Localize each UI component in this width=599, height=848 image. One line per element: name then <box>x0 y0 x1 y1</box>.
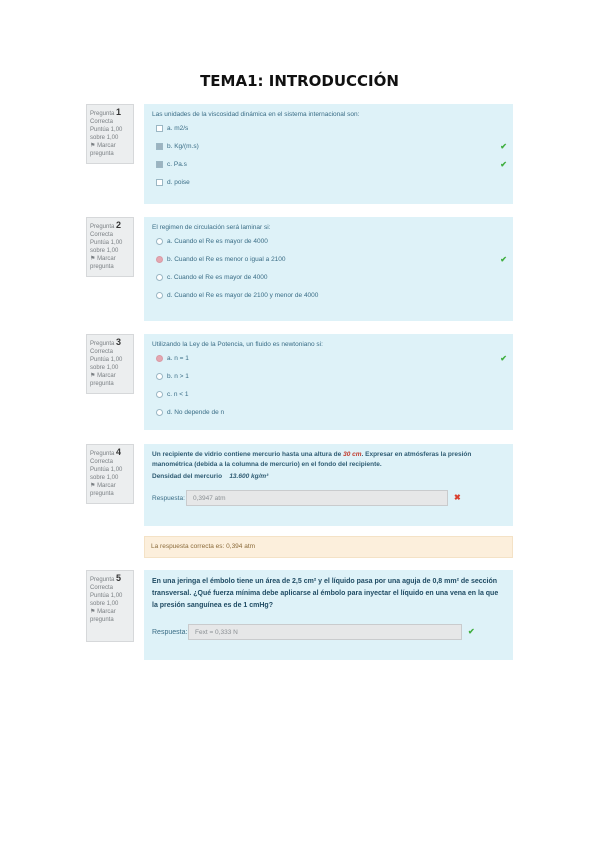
flag-icon: ⚑ <box>90 609 96 615</box>
radio-button[interactable] <box>156 291 163 299</box>
question-status: Correcta <box>90 585 114 591</box>
response-row: Respuesta: 0,3947 atm ✖ <box>152 490 505 508</box>
check-icon: ✔ <box>500 142 507 151</box>
checkbox[interactable] <box>156 124 163 132</box>
question-info-3: Pregunta 3 Correcta Puntúa 1,00 sobre 1,… <box>86 334 134 394</box>
radio-button[interactable] <box>156 237 163 245</box>
radio-button[interactable] <box>156 372 163 380</box>
answer-option[interactable]: b. Kg/(m.s) ✔ <box>152 138 507 156</box>
question-content-4: Un recipiente de vidrio contiene mercuri… <box>144 444 513 526</box>
question-text: El regimen de circulación será laminar s… <box>152 224 271 231</box>
cross-icon: ✖ <box>454 493 461 502</box>
question-number: Pregunta 5 <box>90 573 122 584</box>
flag-question-link[interactable]: ⚑ Marcar pregunta <box>90 608 131 624</box>
answer-option[interactable]: b. Cuando el Re es menor o igual a 2100 ✔ <box>152 251 507 269</box>
flag-question-link[interactable]: ⚑ Marcar pregunta <box>90 142 131 158</box>
question-number: Pregunta 1 <box>90 107 122 118</box>
question-score: Puntúa 1,00 sobre 1,00 <box>90 593 123 607</box>
answer-option[interactable]: b. n > 1 <box>152 368 505 386</box>
question-status: Correcta <box>90 459 114 465</box>
question-score: Puntúa 1,00 sobre 1,00 <box>90 127 123 141</box>
answer-option[interactable]: c. n < 1 <box>152 386 505 404</box>
flag-icon: ⚑ <box>90 256 96 262</box>
question-info-4: Pregunta 4 Correcta Puntúa 1,00 sobre 1,… <box>86 444 134 504</box>
answer-option[interactable]: c. Cuando el Re es mayor de 4000 <box>152 269 505 287</box>
question-score: Puntúa 1,00 sobre 1,00 <box>90 240 123 254</box>
question-info-1: Pregunta 1 Correcta Puntúa 1,00 sobre 1,… <box>86 104 134 164</box>
answer-option[interactable]: a. m2/s <box>152 120 505 138</box>
check-icon: ✔ <box>500 354 507 363</box>
question-content-3: Utilizando la Ley de la Potencia, un flu… <box>144 334 513 430</box>
question-content-5: En una jeringa el émbolo tiene un área d… <box>144 570 513 660</box>
question-status: Correcta <box>90 119 114 125</box>
question-number: Pregunta 3 <box>90 337 122 348</box>
radio-button[interactable] <box>156 390 163 398</box>
question-status: Correcta <box>90 232 114 238</box>
answer-option[interactable]: d. poise <box>152 174 505 192</box>
answer-option[interactable]: d. No depende de n <box>152 404 505 422</box>
question-content-1: Las unidades de la viscosidad dinámica e… <box>144 104 513 204</box>
question-score: Puntúa 1,00 sobre 1,00 <box>90 467 123 481</box>
flag-question-link[interactable]: ⚑ Marcar pregunta <box>90 482 131 498</box>
answer-option[interactable]: a. Cuando el Re es mayor de 4000 <box>152 233 505 251</box>
question-number: Pregunta 2 <box>90 220 122 231</box>
page-title: TEMA1: INTRODUCCIÓN <box>200 72 399 90</box>
question-text: Un recipiente de vidrio contiene mercuri… <box>152 451 472 468</box>
answer-option[interactable]: a. n = 1 ✔ <box>152 350 507 368</box>
check-icon: ✔ <box>468 627 475 636</box>
flag-question-link[interactable]: ⚑ Marcar pregunta <box>90 255 131 271</box>
flag-icon: ⚑ <box>90 143 96 149</box>
radio-button[interactable] <box>156 408 163 416</box>
question-content-2: El regimen de circulación será laminar s… <box>144 217 513 321</box>
question-info-2: Pregunta 2 Correcta Puntúa 1,00 sobre 1,… <box>86 217 134 277</box>
radio-button[interactable] <box>156 273 163 281</box>
response-label: Respuesta: <box>152 629 188 636</box>
response-input[interactable]: Fext = 0,333 N <box>188 624 462 640</box>
checkbox[interactable] <box>156 160 163 168</box>
flag-icon: ⚑ <box>90 373 96 379</box>
correct-answer-feedback: La respuesta correcta es: 0,394 atm <box>144 536 513 558</box>
question-text: En una jeringa el émbolo tiene un área d… <box>152 578 499 609</box>
flag-question-link[interactable]: ⚑ Marcar pregunta <box>90 372 131 388</box>
density-info: Densidad del mercurio 13.600 kg/m³ <box>152 473 269 480</box>
check-icon: ✔ <box>500 255 507 264</box>
radio-button[interactable] <box>156 354 163 362</box>
response-input[interactable]: 0,3947 atm <box>186 490 448 506</box>
checkbox[interactable] <box>156 178 163 186</box>
question-number: Pregunta 4 <box>90 447 122 458</box>
response-label: Respuesta: <box>152 495 185 502</box>
response-row: Respuesta: Fext = 0,333 N ✔ <box>152 624 505 642</box>
question-score: Puntúa 1,00 sobre 1,00 <box>90 357 123 371</box>
answer-option[interactable]: c. Pa.s ✔ <box>152 156 507 174</box>
checkbox[interactable] <box>156 142 163 150</box>
flag-icon: ⚑ <box>90 483 96 489</box>
radio-button[interactable] <box>156 255 163 263</box>
question-status: Correcta <box>90 349 114 355</box>
question-text: Utilizando la Ley de la Potencia, un flu… <box>152 341 323 348</box>
question-info-5: Pregunta 5 Correcta Puntúa 1,00 sobre 1,… <box>86 570 134 642</box>
check-icon: ✔ <box>500 160 507 169</box>
question-text: Las unidades de la viscosidad dinámica e… <box>152 111 360 118</box>
answer-option[interactable]: d. Cuando el Re es mayor de 2100 y menor… <box>152 287 505 305</box>
